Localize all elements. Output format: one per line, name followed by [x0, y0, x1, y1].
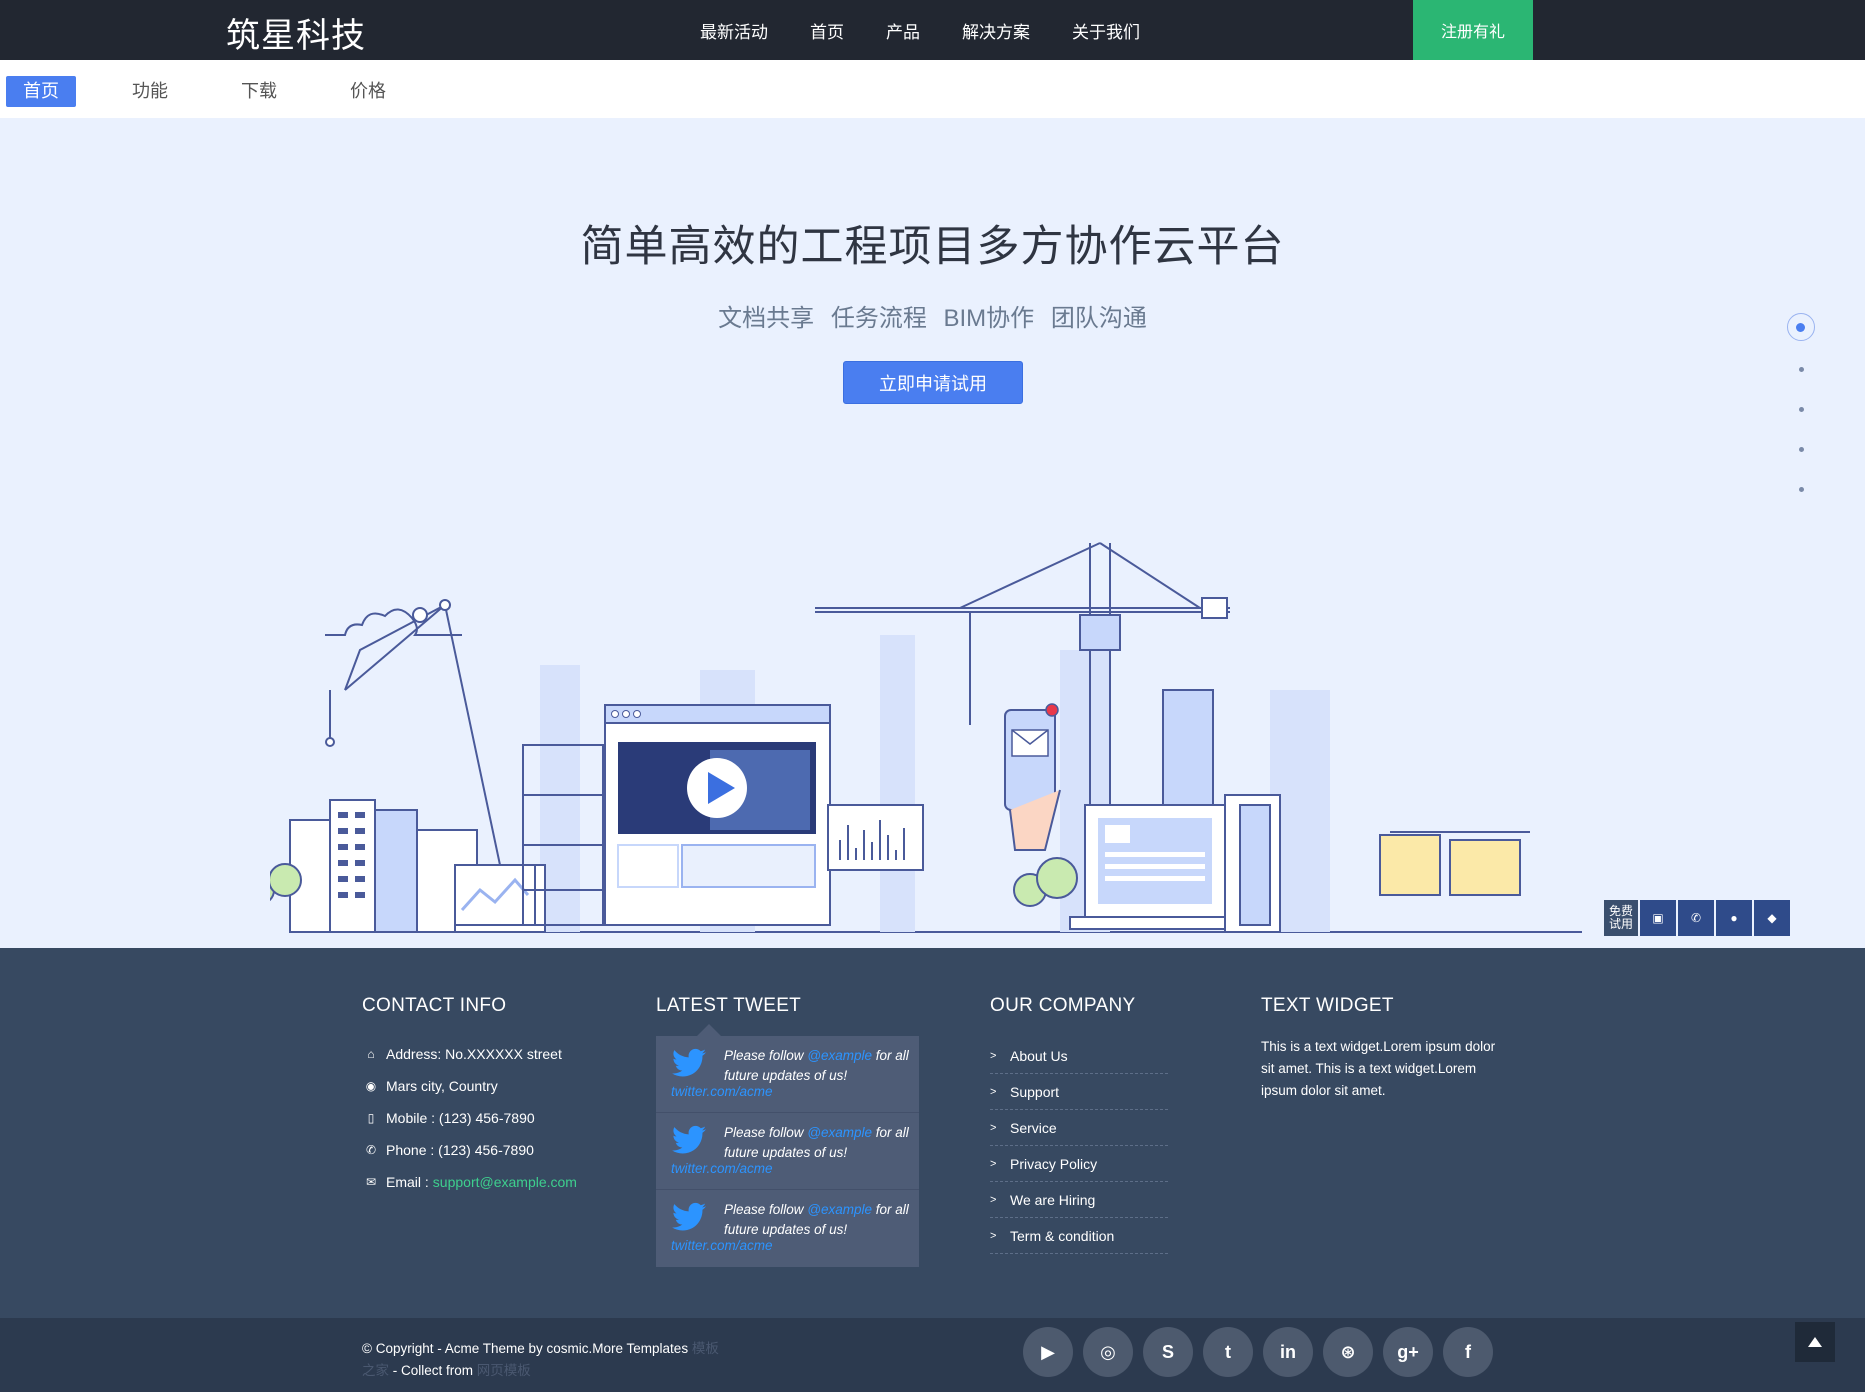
text-widget-body: This is a text widget.Lorem ipsum dolor …: [1261, 1039, 1496, 1098]
subnav-download[interactable]: 下载: [224, 76, 294, 107]
chevron-right-icon: >: [990, 1121, 997, 1134]
chevron-right-icon: >: [990, 1049, 997, 1062]
construction-city-illustration: [270, 542, 1582, 933]
home-icon: ⌂: [367, 1047, 375, 1061]
subnav-features[interactable]: 功能: [115, 76, 185, 107]
tweet-handle-link[interactable]: @example: [807, 1048, 872, 1063]
tweet-item: Please follow @example for all future up…: [671, 1202, 909, 1253]
copyright-text: © Copyright - Acme Theme by cosmic.More …: [362, 1341, 719, 1378]
dribbble-icon[interactable]: ⊛: [1323, 1327, 1373, 1377]
twitter-bird-icon: [672, 1125, 706, 1154]
slide-dot[interactable]: [1786, 431, 1816, 471]
contact-email: ✉ Email : support@example.com: [362, 1166, 577, 1198]
hero-title: 简单高效的工程项目多方协作云平台: [580, 223, 1285, 271]
phone-icon: ✆: [365, 1143, 377, 1157]
subnav-pricing[interactable]: 价格: [333, 76, 403, 107]
subnav-bar-bg: [550, 60, 1865, 118]
skype-icon[interactable]: S: [1143, 1327, 1193, 1377]
hero-subtitle: 文档共享 任务流程 BIM协作 团队沟通: [718, 305, 1147, 332]
twitter-bird-icon: [672, 1202, 706, 1231]
main-nav: 最新活动 首页 产品 解决方案 关于我们: [700, 0, 1182, 60]
linkedin-icon[interactable]: in: [1263, 1327, 1313, 1377]
slide-dot[interactable]: [1786, 313, 1816, 351]
company-link-privacy-policy[interactable]: > Privacy Policy: [990, 1146, 1168, 1182]
envelope-icon: ✉: [365, 1175, 377, 1189]
company-link-terms[interactable]: > Term & condition: [990, 1218, 1168, 1254]
company-link-support[interactable]: > Support: [990, 1074, 1168, 1110]
contact-mobile: ▯ Mobile : (123) 456-7890: [362, 1102, 577, 1134]
mobile-icon: ▯: [367, 1111, 375, 1125]
tweet-item: Please follow @example for all future up…: [656, 1113, 919, 1190]
nav-solutions[interactable]: 解决方案: [962, 18, 1030, 43]
floating-contact-toolbar: 免费试用 ▣ ✆ ● ◆: [1604, 900, 1792, 936]
company-link-service[interactable]: > Service: [990, 1110, 1168, 1146]
signup-button[interactable]: 注册有礼: [1413, 0, 1533, 60]
twitter-bird-icon: [672, 1048, 706, 1077]
bottom-bar: [0, 1318, 1865, 1392]
tweet-link[interactable]: twitter.com/acme: [671, 1084, 773, 1099]
free-trial-badge[interactable]: 免费试用: [1604, 900, 1638, 936]
contact-info-heading: CONTACT INFO: [362, 995, 507, 1016]
social-links: ▶ ◎ S t in ⊛ g+ f: [1023, 1327, 1503, 1377]
chevron-right-icon: >: [990, 1193, 997, 1206]
qq-icon[interactable]: ◆: [1754, 900, 1790, 936]
apply-trial-button[interactable]: 立即申请试用: [843, 361, 1023, 404]
tweet-link[interactable]: twitter.com/acme: [671, 1161, 773, 1176]
slide-dot[interactable]: [1786, 471, 1816, 511]
arrow-up-icon: [1808, 1337, 1822, 1347]
slide-pagination: [1786, 313, 1816, 511]
contact-phone: ✆ Phone : (123) 456-7890: [362, 1134, 577, 1166]
footer: [0, 948, 1865, 1318]
contact-info-list: ⌂ Address: No.XXXXXX street ◉ Mars city,…: [362, 1038, 577, 1198]
subnav-home[interactable]: 首页: [6, 76, 76, 107]
github-icon[interactable]: ◎: [1083, 1327, 1133, 1377]
phone-icon[interactable]: ✆: [1678, 900, 1714, 936]
latest-tweet-heading: LATEST TWEET: [656, 995, 802, 1016]
chevron-right-icon: >: [990, 1157, 997, 1170]
back-to-top-button[interactable]: [1795, 1322, 1835, 1362]
contact-city: ◉ Mars city, Country: [362, 1070, 577, 1102]
tweet-handle-link[interactable]: @example: [807, 1125, 872, 1140]
tweet-list: Please follow @example for all future up…: [656, 1024, 919, 1267]
nav-about-us[interactable]: 关于我们: [1072, 18, 1140, 43]
tweet-link[interactable]: twitter.com/acme: [671, 1238, 773, 1253]
sub-nav: 首页 功能 下载 价格: [6, 76, 442, 107]
nav-products[interactable]: 产品: [886, 18, 920, 43]
brand-logo[interactable]: 筑星科技: [226, 8, 366, 57]
chevron-right-icon: >: [990, 1229, 997, 1242]
globe-icon: ◉: [365, 1079, 377, 1093]
tweet-item: Please follow @example for all future up…: [656, 1036, 919, 1113]
company-link-about-us[interactable]: > About Us: [990, 1038, 1168, 1074]
youtube-icon[interactable]: ▶: [1023, 1327, 1073, 1377]
email-link[interactable]: support@example.com: [433, 1174, 577, 1190]
slide-dot[interactable]: [1786, 391, 1816, 431]
slide-dot[interactable]: [1786, 351, 1816, 391]
top-navbar: 筑星科技 最新活动 首页 产品 解决方案 关于我们 注册有礼: [0, 0, 1865, 60]
nav-home[interactable]: 首页: [810, 18, 844, 43]
nav-latest-activity[interactable]: 最新活动: [700, 18, 768, 43]
twitter-icon[interactable]: t: [1203, 1327, 1253, 1377]
our-company-heading: OUR COMPANY: [990, 995, 1136, 1016]
text-widget-heading: TEXT WIDGET: [1261, 995, 1394, 1016]
wechat-icon[interactable]: ●: [1716, 900, 1752, 936]
company-links: > About Us > Support > Service > Privacy Pol…: [990, 1038, 1168, 1254]
image-icon[interactable]: ▣: [1640, 900, 1676, 936]
chevron-right-icon: >: [990, 1085, 997, 1098]
tweet-handle-link[interactable]: @example: [807, 1202, 872, 1217]
company-link-hiring[interactable]: > We are Hiring: [990, 1182, 1168, 1218]
facebook-icon[interactable]: f: [1443, 1327, 1493, 1377]
google-plus-icon[interactable]: g+: [1383, 1327, 1433, 1377]
collect-link[interactable]: 网页模板: [477, 1363, 531, 1378]
contact-address: ⌂ Address: No.XXXXXX street: [362, 1038, 577, 1070]
